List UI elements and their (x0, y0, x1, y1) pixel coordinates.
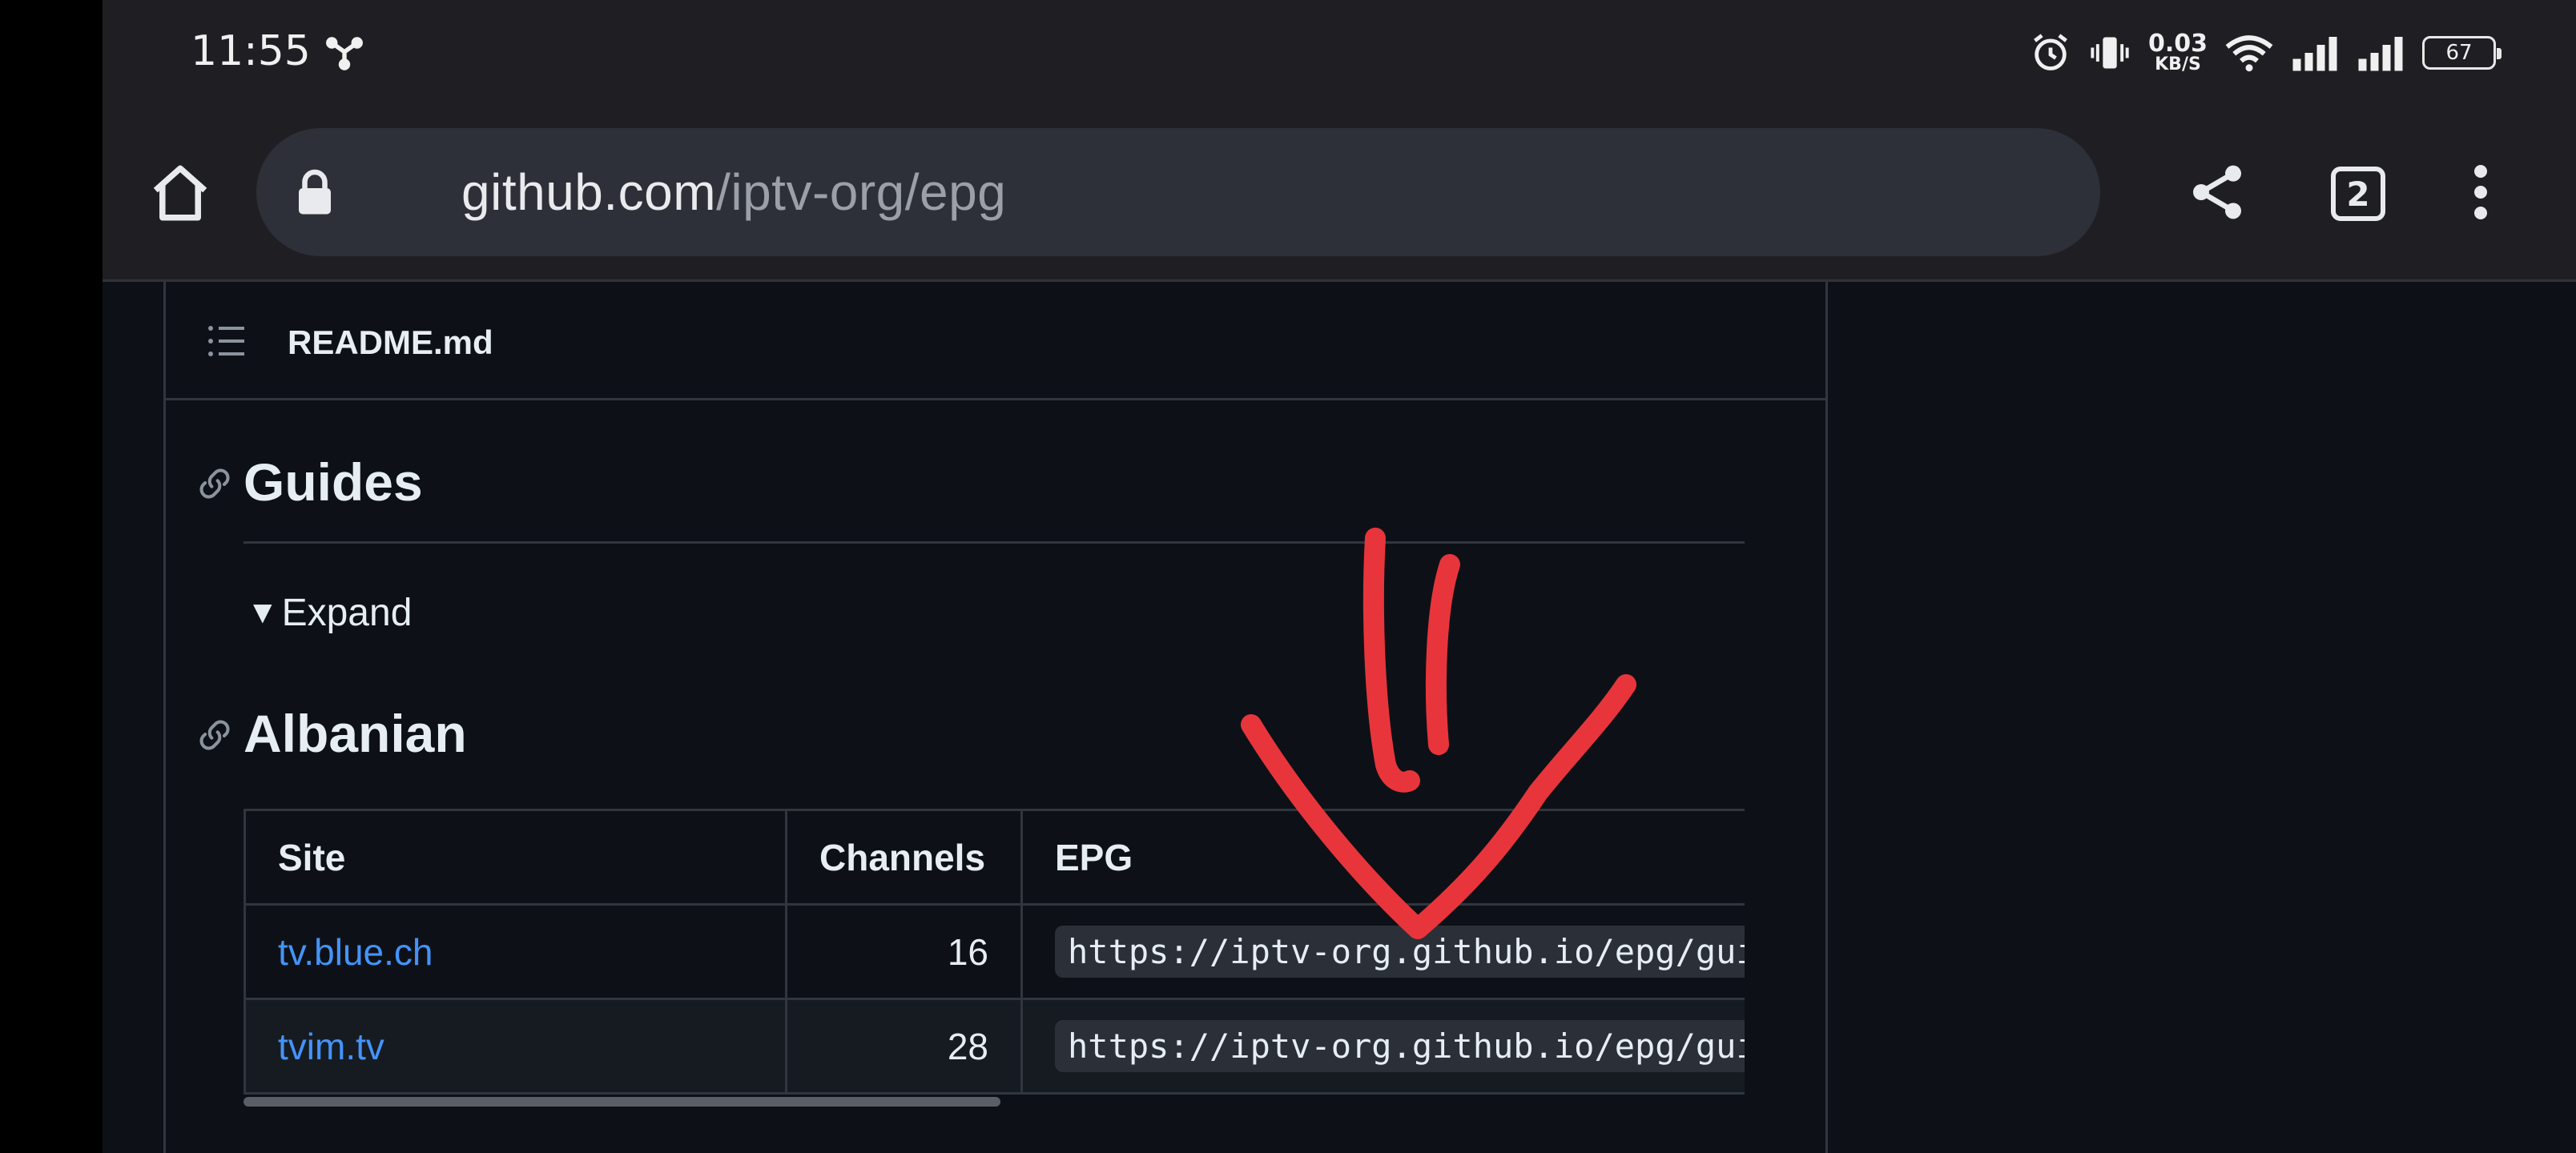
epg-table-scroll[interactable]: Site Channels EPG tv.blue.ch 16 https://… (244, 809, 1745, 1113)
vibrate-icon (2091, 37, 2129, 69)
channel-count: 16 (785, 903, 1023, 1000)
net-speed: 0.03 KB/S (2147, 30, 2208, 74)
home-icon (153, 165, 207, 221)
site-link[interactable]: tvim.tv (278, 1026, 384, 1067)
column-header: Channels (785, 809, 1023, 906)
heading-divider (244, 541, 1745, 544)
battery-icon: 67 (2422, 36, 2502, 70)
signal-icon (2358, 37, 2403, 71)
readme-file-name: README.md (288, 323, 493, 361)
heading-guides: Guides (244, 452, 423, 512)
details-summary-label: Expand (281, 592, 413, 634)
tabs-button[interactable]: 2 (2331, 167, 2385, 221)
share-icon[interactable] (2185, 160, 2249, 224)
link-icon[interactable] (197, 717, 232, 753)
disclosure-triangle-icon: ▼ (247, 595, 279, 630)
share-nodes-icon (326, 37, 363, 70)
epg-url: https://iptv-org.github.io/epg/guides/al… (1055, 926, 1745, 978)
channel-count: 28 (785, 998, 1023, 1095)
status-icons: 0.03 KB/S 67 (2030, 26, 2502, 80)
site-link[interactable]: tv.blue.ch (278, 931, 433, 973)
list-icon[interactable] (207, 325, 246, 357)
epg-url: https://iptv-org.github.io/epg/guides/al… (1055, 1020, 1745, 1072)
more-vert-icon[interactable] (2461, 160, 2501, 224)
url-text: github.com/iptv-org/epg (461, 163, 1007, 221)
table-row: tv.blue.ch 16 https://iptv-org.github.io… (244, 903, 1745, 1000)
tab-count: 2 (2346, 174, 2370, 214)
wifi-icon (2225, 35, 2273, 72)
table-row: tvim.tv 28 https://iptv-org.github.io/ep… (244, 998, 1745, 1095)
column-header: EPG (1020, 809, 1745, 906)
heading-albanian: Albanian (244, 704, 467, 763)
status-time: 11:55 (191, 27, 311, 75)
epg-table: Site Channels EPG tv.blue.ch 16 https://… (244, 809, 1745, 1095)
details-summary[interactable]: ▼ Expand (247, 591, 412, 635)
horizontal-scrollbar[interactable] (244, 1097, 1000, 1107)
address-bar[interactable]: github.com/iptv-org/epg (256, 128, 2100, 256)
lock-icon (299, 169, 331, 215)
phone-screen: 11:55 0.03 KB/S 67 github.com/iptv-org/e… (103, 0, 2576, 1153)
column-header: Site (244, 809, 787, 906)
link-icon[interactable] (197, 466, 232, 501)
readme-header: README.md (166, 282, 1825, 400)
table-header-row: Site Channels EPG (244, 809, 1745, 906)
alarm-icon (2034, 34, 2067, 70)
signal-icon (2292, 37, 2337, 71)
home-button[interactable] (147, 160, 213, 226)
browser-chrome: 11:55 0.03 KB/S 67 github.com/iptv-org/e… (103, 0, 2576, 282)
